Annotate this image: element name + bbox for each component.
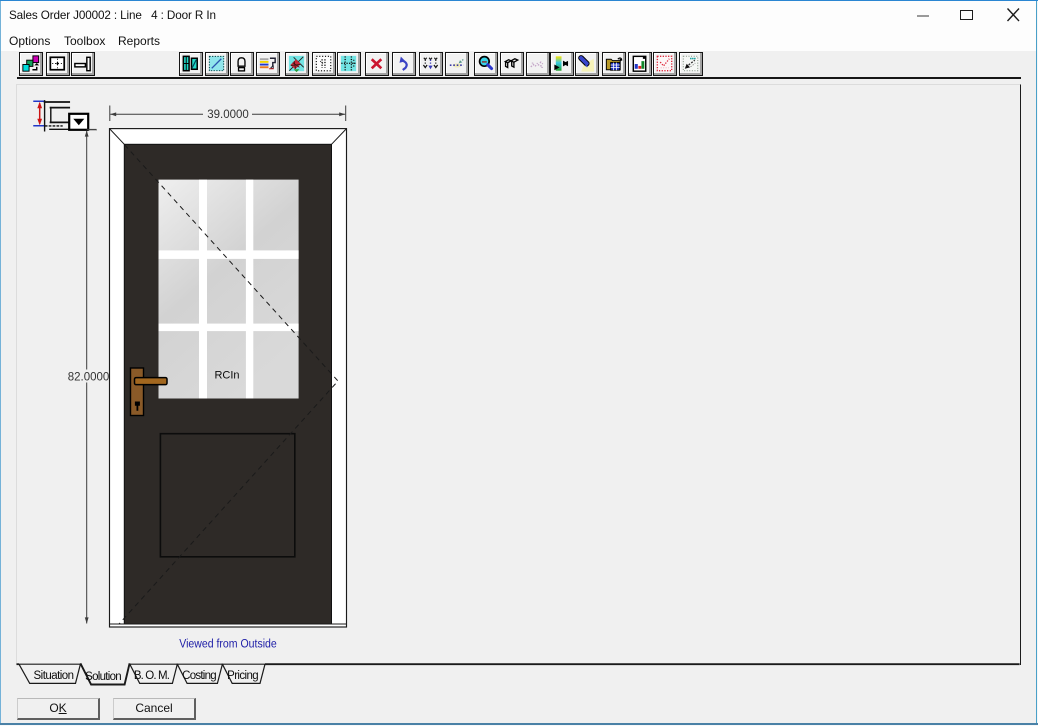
svg-text:Solution: Solution [85, 671, 121, 683]
svg-text:Costing: Costing [182, 670, 217, 682]
svg-text:Situation: Situation [34, 670, 75, 682]
svg-text:39.0000: 39.0000 [207, 109, 249, 121]
svg-text:Pricing: Pricing [227, 670, 259, 682]
svg-text:RCIn: RCIn [214, 370, 239, 382]
svg-text:B. O. M.: B. O. M. [134, 670, 170, 682]
svg-text:82.0000: 82.0000 [68, 372, 110, 384]
svg-text:Viewed from Outside: Viewed from Outside [179, 636, 277, 650]
